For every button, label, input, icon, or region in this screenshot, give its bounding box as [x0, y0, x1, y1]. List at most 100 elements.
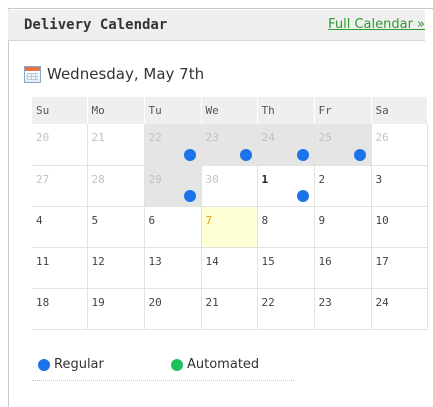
- calendar-day-number: 27: [36, 172, 50, 186]
- regular-dot-icon: [38, 358, 50, 371]
- calendar-day-number: 30: [205, 172, 219, 186]
- calendar-day-cell[interactable]: 23: [314, 288, 372, 330]
- calendar-icon: [24, 65, 41, 83]
- weekday-header: We: [201, 97, 258, 124]
- calendar-day-number: 11: [36, 254, 50, 268]
- calendar-day-number: 9: [318, 213, 326, 227]
- calendar-day-cell[interactable]: 3: [371, 165, 428, 207]
- calendar-day-cell[interactable]: 2: [314, 165, 372, 207]
- regular-delivery-dot-icon: [353, 148, 366, 161]
- calendar-day-number: 21: [205, 295, 219, 309]
- calendar-day-number: 13: [148, 254, 162, 268]
- weekday-header: Sa: [371, 97, 428, 124]
- calendar-day-cell[interactable]: 24: [257, 124, 315, 166]
- calendar-day-cell[interactable]: 16: [314, 247, 372, 289]
- calendar-day-cell[interactable]: 27: [32, 165, 88, 207]
- calendar-day-cell[interactable]: 25: [314, 124, 372, 166]
- calendar-day-cell[interactable]: 8: [257, 206, 315, 248]
- calendar-day-cell[interactable]: 18: [32, 288, 88, 330]
- calendar-day-number: 10: [375, 213, 389, 227]
- calendar-day-cell[interactable]: 26: [371, 124, 428, 166]
- widget-header: Delivery Calendar Full Calendar »: [8, 10, 425, 41]
- calendar-day-cell[interactable]: 10: [371, 206, 428, 248]
- widget-title: Delivery Calendar: [24, 17, 168, 33]
- calendar-day-cell[interactable]: 29: [144, 165, 202, 207]
- calendar-day-number: 28: [91, 172, 105, 186]
- calendar-day-number: 6: [148, 213, 156, 227]
- calendar-day-cell[interactable]: 15: [257, 247, 315, 289]
- calendar-day-number: 26: [375, 131, 389, 144]
- calendar-day-number: 14: [205, 254, 219, 268]
- calendar-day-cell[interactable]: 12: [87, 247, 145, 289]
- calendar-day-cell[interactable]: 21: [201, 288, 258, 330]
- calendar-day-cell[interactable]: 20: [144, 288, 202, 330]
- calendar-day-number: 7: [205, 213, 213, 227]
- calendar-day-cell[interactable]: 13: [144, 247, 202, 289]
- calendar-day-cell[interactable]: 20: [32, 124, 88, 166]
- calendar-day-cell[interactable]: 11: [32, 247, 88, 289]
- regular-delivery-dot-icon: [183, 189, 196, 202]
- calendar-day-cell[interactable]: 9: [314, 206, 372, 248]
- calendar-day-cell[interactable]: 4: [32, 206, 88, 248]
- calendar-day-number: 3: [375, 172, 383, 186]
- calendar-day-cell[interactable]: 7: [201, 206, 258, 248]
- calendar-day-number: 8: [261, 213, 269, 227]
- weekday-header: Fr: [314, 97, 372, 124]
- calendar-grid: Su Mo Tu We Th Fr Sa 20 21 22 23 24 25 26 27 28 2…: [32, 97, 428, 330]
- calendar-day-cell[interactable]: 22: [144, 124, 202, 166]
- legend-regular: Regular: [38, 357, 104, 372]
- calendar-day-number: 22: [148, 131, 162, 144]
- calendar-day-number: 25: [318, 131, 332, 144]
- weekday-header: Mo: [87, 97, 145, 124]
- calendar-day-cell[interactable]: 30: [201, 165, 258, 207]
- calendar-day-number: 2: [318, 172, 326, 186]
- calendar-day-number: 12: [91, 254, 105, 268]
- calendar-week-row: 18 19 20 21 22 23 24: [32, 288, 428, 330]
- calendar-day-cell[interactable]: 24: [371, 288, 428, 330]
- calendar-day-cell[interactable]: 17: [371, 247, 428, 289]
- calendar-day-cell[interactable]: 22: [257, 288, 315, 330]
- calendar-day-cell[interactable]: 21: [87, 124, 145, 166]
- calendar-day-cell[interactable]: 23: [201, 124, 258, 166]
- weekday-header-row: Su Mo Tu We Th Fr Sa: [32, 97, 428, 124]
- calendar-week-row: 27 28 29 30 1 2 3: [32, 165, 428, 207]
- regular-delivery-dot-icon: [296, 148, 309, 161]
- calendar-day-number: 23: [205, 131, 219, 144]
- legend-automated-label: Automated: [187, 357, 260, 372]
- regular-delivery-dot-icon: [183, 148, 196, 161]
- selected-date: Wednesday, May 7th: [47, 65, 205, 83]
- calendar-day-cell[interactable]: 1: [257, 165, 315, 207]
- weekday-header: Th: [257, 97, 315, 124]
- calendar-day-cell[interactable]: 5: [87, 206, 145, 248]
- calendar-week-row: 20 21 22 23 24 25 26: [32, 124, 428, 166]
- calendar-day-number: 15: [261, 254, 275, 268]
- calendar-day-number: 16: [318, 254, 332, 268]
- selected-date-row: Wednesday, May 7th: [24, 64, 204, 84]
- full-calendar-link[interactable]: Full Calendar »: [328, 17, 425, 32]
- calendar-day-number: 17: [375, 254, 389, 268]
- delivery-legend: Regular Automated: [32, 355, 294, 381]
- calendar-day-number: 22: [261, 295, 275, 309]
- legend-automated: Automated: [171, 357, 259, 372]
- regular-delivery-dot-icon: [239, 148, 252, 161]
- calendar-day-number: 29: [148, 172, 162, 186]
- calendar-day-number: 20: [36, 131, 50, 144]
- calendar-day-number: 24: [261, 131, 275, 144]
- calendar-week-row: 11 12 13 14 15 16 17: [32, 247, 428, 289]
- calendar-day-cell[interactable]: 28: [87, 165, 145, 207]
- weekday-header: Tu: [144, 97, 202, 124]
- legend-regular-label: Regular: [54, 357, 104, 372]
- calendar-day-cell[interactable]: 6: [144, 206, 202, 248]
- calendar-day-number: 19: [91, 295, 105, 309]
- calendar-body: 20 21 22 23 24 25 26 27 28 29 30 1 2 3 4 5 6 7 8 9 10 11 12 13 1…: [32, 124, 428, 330]
- regular-delivery-dot-icon: [296, 189, 309, 202]
- calendar-day-cell[interactable]: 19: [87, 288, 145, 330]
- calendar-day-cell[interactable]: 14: [201, 247, 258, 289]
- calendar-day-number: 5: [91, 213, 99, 227]
- calendar-day-number: 21: [91, 131, 105, 144]
- calendar-week-row: 4 5 6 7 8 9 10: [32, 206, 428, 248]
- calendar-day-number: 20: [148, 295, 162, 309]
- weekday-header: Su: [32, 97, 88, 124]
- calendar-day-number: 18: [36, 295, 50, 309]
- automated-dot-icon: [171, 358, 183, 371]
